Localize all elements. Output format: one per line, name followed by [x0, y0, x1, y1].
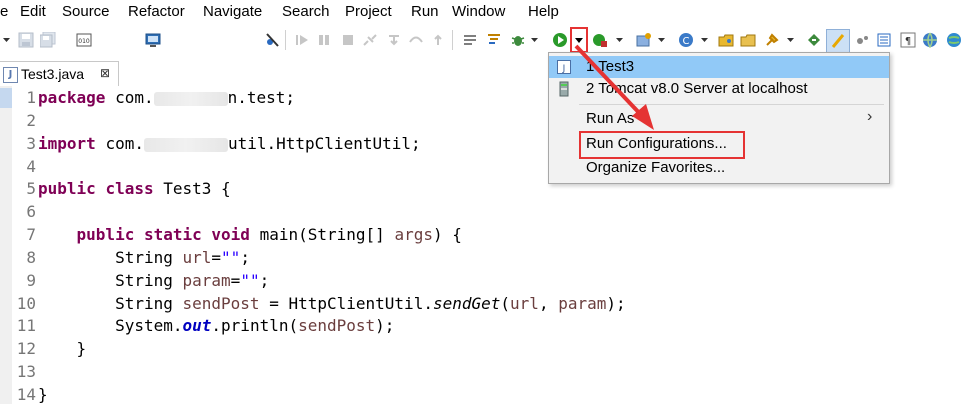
- search-pin-icon[interactable]: [764, 32, 780, 48]
- new-class-dropdown-arrow-icon[interactable]: [700, 32, 709, 48]
- toggle-mark-occurrences-icon[interactable]: [854, 32, 870, 48]
- menu-navigate[interactable]: Navigate: [203, 3, 262, 20]
- code-line-package: package com. n.test;: [38, 88, 296, 107]
- code-line-close-method: }: [76, 339, 87, 358]
- save-icon[interactable]: [18, 32, 34, 48]
- web-browser-icon[interactable]: [922, 32, 938, 48]
- highlight-toggle-active[interactable]: [826, 29, 850, 53]
- line-number: 5: [26, 179, 36, 198]
- line-number: 12: [16, 339, 36, 358]
- console-icon[interactable]: [145, 32, 161, 48]
- line-number: 6: [26, 202, 36, 221]
- code-line-sendpost: String sendPost = HttpClientUtil.sendGet…: [115, 294, 626, 313]
- close-tab-icon[interactable]: ⊠: [100, 66, 110, 80]
- menu-project[interactable]: Project: [345, 3, 392, 20]
- line-number: 8: [26, 248, 36, 267]
- svg-text:010: 010: [78, 38, 90, 45]
- line-number: 11: [16, 316, 36, 335]
- menu-file-partial[interactable]: e: [0, 3, 8, 20]
- menu-run[interactable]: Run: [411, 3, 439, 20]
- tab-test3-java[interactable]: J Test3.java ⊠: [0, 61, 119, 87]
- code-line-close-class: }: [38, 385, 48, 404]
- code-line-url: String url="";: [115, 248, 250, 267]
- use-step-filters-icon[interactable]: [486, 32, 502, 48]
- editor-gutter: [0, 86, 12, 404]
- highlight-icon: [831, 34, 845, 48]
- new-java-class-icon[interactable]: C: [678, 32, 694, 48]
- menu-help[interactable]: Help: [528, 3, 559, 20]
- annotation-icon[interactable]: [806, 32, 822, 48]
- gutter-highlight: [0, 88, 12, 108]
- step-return-icon[interactable]: [430, 32, 446, 48]
- line-number: 14: [16, 385, 36, 404]
- line-number: 13: [16, 362, 36, 381]
- line-number: 9: [26, 271, 36, 290]
- submenu-arrow-icon: ›: [867, 108, 873, 125]
- menu-source[interactable]: Source: [62, 3, 110, 20]
- block-selection-icon[interactable]: [876, 32, 892, 48]
- new-dropdown-arrow-icon[interactable]: [2, 32, 11, 48]
- resume-icon[interactable]: [294, 32, 310, 48]
- suspend-icon[interactable]: [316, 32, 332, 48]
- open-task-icon[interactable]: [462, 32, 478, 48]
- code-line-param: String param="";: [115, 271, 270, 290]
- dropdown-item-organize-favorites[interactable]: Organize Favorites...: [549, 157, 889, 179]
- show-whitespace-icon[interactable]: ¶: [900, 32, 916, 48]
- binary-icon[interactable]: 010: [76, 32, 92, 48]
- save-all-icon[interactable]: [40, 32, 56, 48]
- disconnect-icon[interactable]: [362, 32, 378, 48]
- line-number: 7: [26, 225, 36, 244]
- step-over-icon[interactable]: [408, 32, 424, 48]
- terminate-icon[interactable]: [340, 32, 356, 48]
- line-number: 2: [26, 111, 36, 130]
- menu-search[interactable]: Search: [282, 3, 330, 20]
- step-into-icon[interactable]: [386, 32, 402, 48]
- debug-dropdown-arrow-icon[interactable]: [530, 32, 539, 48]
- open-folder-icon[interactable]: [740, 32, 756, 48]
- open-type-icon[interactable]: [718, 32, 734, 48]
- menu-bar: e Edit Source Refactor Navigate Search P…: [0, 0, 969, 22]
- search-dropdown-arrow-icon[interactable]: [786, 32, 795, 48]
- svg-text:C: C: [683, 36, 690, 47]
- line-number: 10: [16, 294, 36, 313]
- redacted-text: [153, 91, 228, 106]
- debug-icon[interactable]: [510, 32, 526, 48]
- menu-edit[interactable]: Edit: [20, 3, 46, 20]
- annotation-arrow-icon: [574, 44, 654, 130]
- tab-label: Test3.java: [21, 66, 85, 82]
- code-line-class: public class Test3 {: [38, 179, 231, 198]
- line-number: 1: [26, 88, 36, 107]
- line-number: 3: [26, 134, 36, 153]
- skip-breakpoints-icon[interactable]: [264, 32, 280, 48]
- svg-text:¶: ¶: [905, 36, 911, 47]
- code-line-main: public static void main(String[] args) {: [76, 225, 462, 244]
- code-line-import: import com. util.HttpClientUtil;: [38, 134, 421, 153]
- globe-icon[interactable]: [946, 32, 962, 48]
- menu-refactor[interactable]: Refactor: [128, 3, 185, 20]
- code-line-println: System.out.println(sendPost);: [115, 316, 395, 335]
- redacted-text: [143, 137, 228, 152]
- line-number: 4: [26, 157, 36, 176]
- menu-window[interactable]: Window: [452, 3, 505, 20]
- java-file-icon: J: [3, 67, 18, 83]
